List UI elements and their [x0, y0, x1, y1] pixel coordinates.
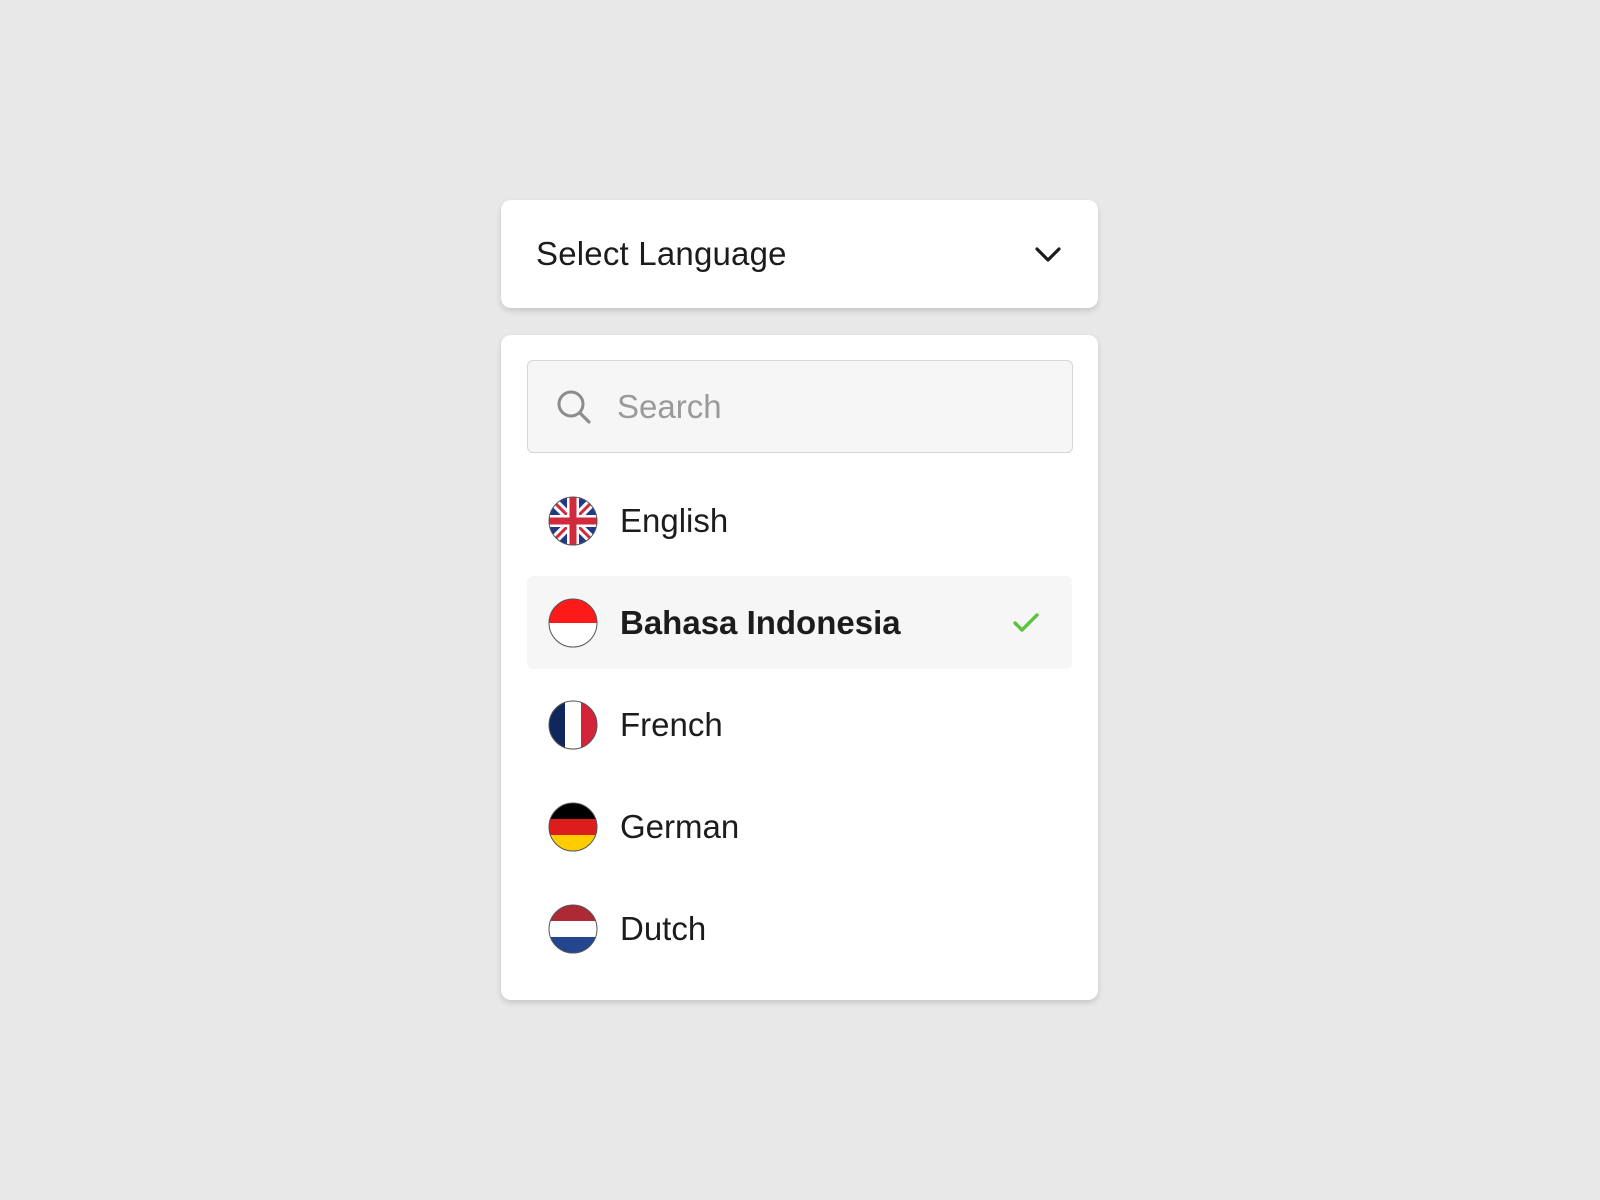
france-flag-icon — [548, 700, 598, 749]
language-item-bahasa-indonesia[interactable]: Bahasa Indonesia — [527, 576, 1072, 669]
uk-flag-icon — [548, 496, 598, 545]
language-name: English — [620, 501, 729, 539]
language-select[interactable]: Select Language — [501, 200, 1098, 308]
netherlands-flag-icon — [548, 904, 598, 953]
chevron-down-icon[interactable] — [1032, 238, 1064, 270]
language-name: Bahasa Indonesia — [620, 603, 901, 641]
language-name: Dutch — [620, 909, 707, 947]
language-list: English Bahasa Indonesia French German D… — [527, 474, 1072, 975]
check-icon — [1010, 607, 1042, 639]
search-input[interactable] — [617, 387, 1037, 426]
search-box[interactable] — [527, 360, 1073, 453]
language-item-english[interactable]: English — [527, 474, 1072, 567]
germany-flag-icon — [548, 802, 598, 851]
search-icon — [555, 388, 593, 426]
language-item-dutch[interactable]: Dutch — [527, 882, 1072, 975]
language-dropdown: English Bahasa Indonesia — [501, 335, 1098, 1000]
select-label: Select Language — [536, 235, 787, 272]
language-item-german[interactable]: German — [527, 780, 1072, 873]
language-name: German — [620, 807, 740, 845]
language-item-french[interactable]: French — [527, 678, 1072, 771]
indonesia-flag-icon — [548, 598, 598, 647]
language-name: French — [620, 705, 723, 743]
